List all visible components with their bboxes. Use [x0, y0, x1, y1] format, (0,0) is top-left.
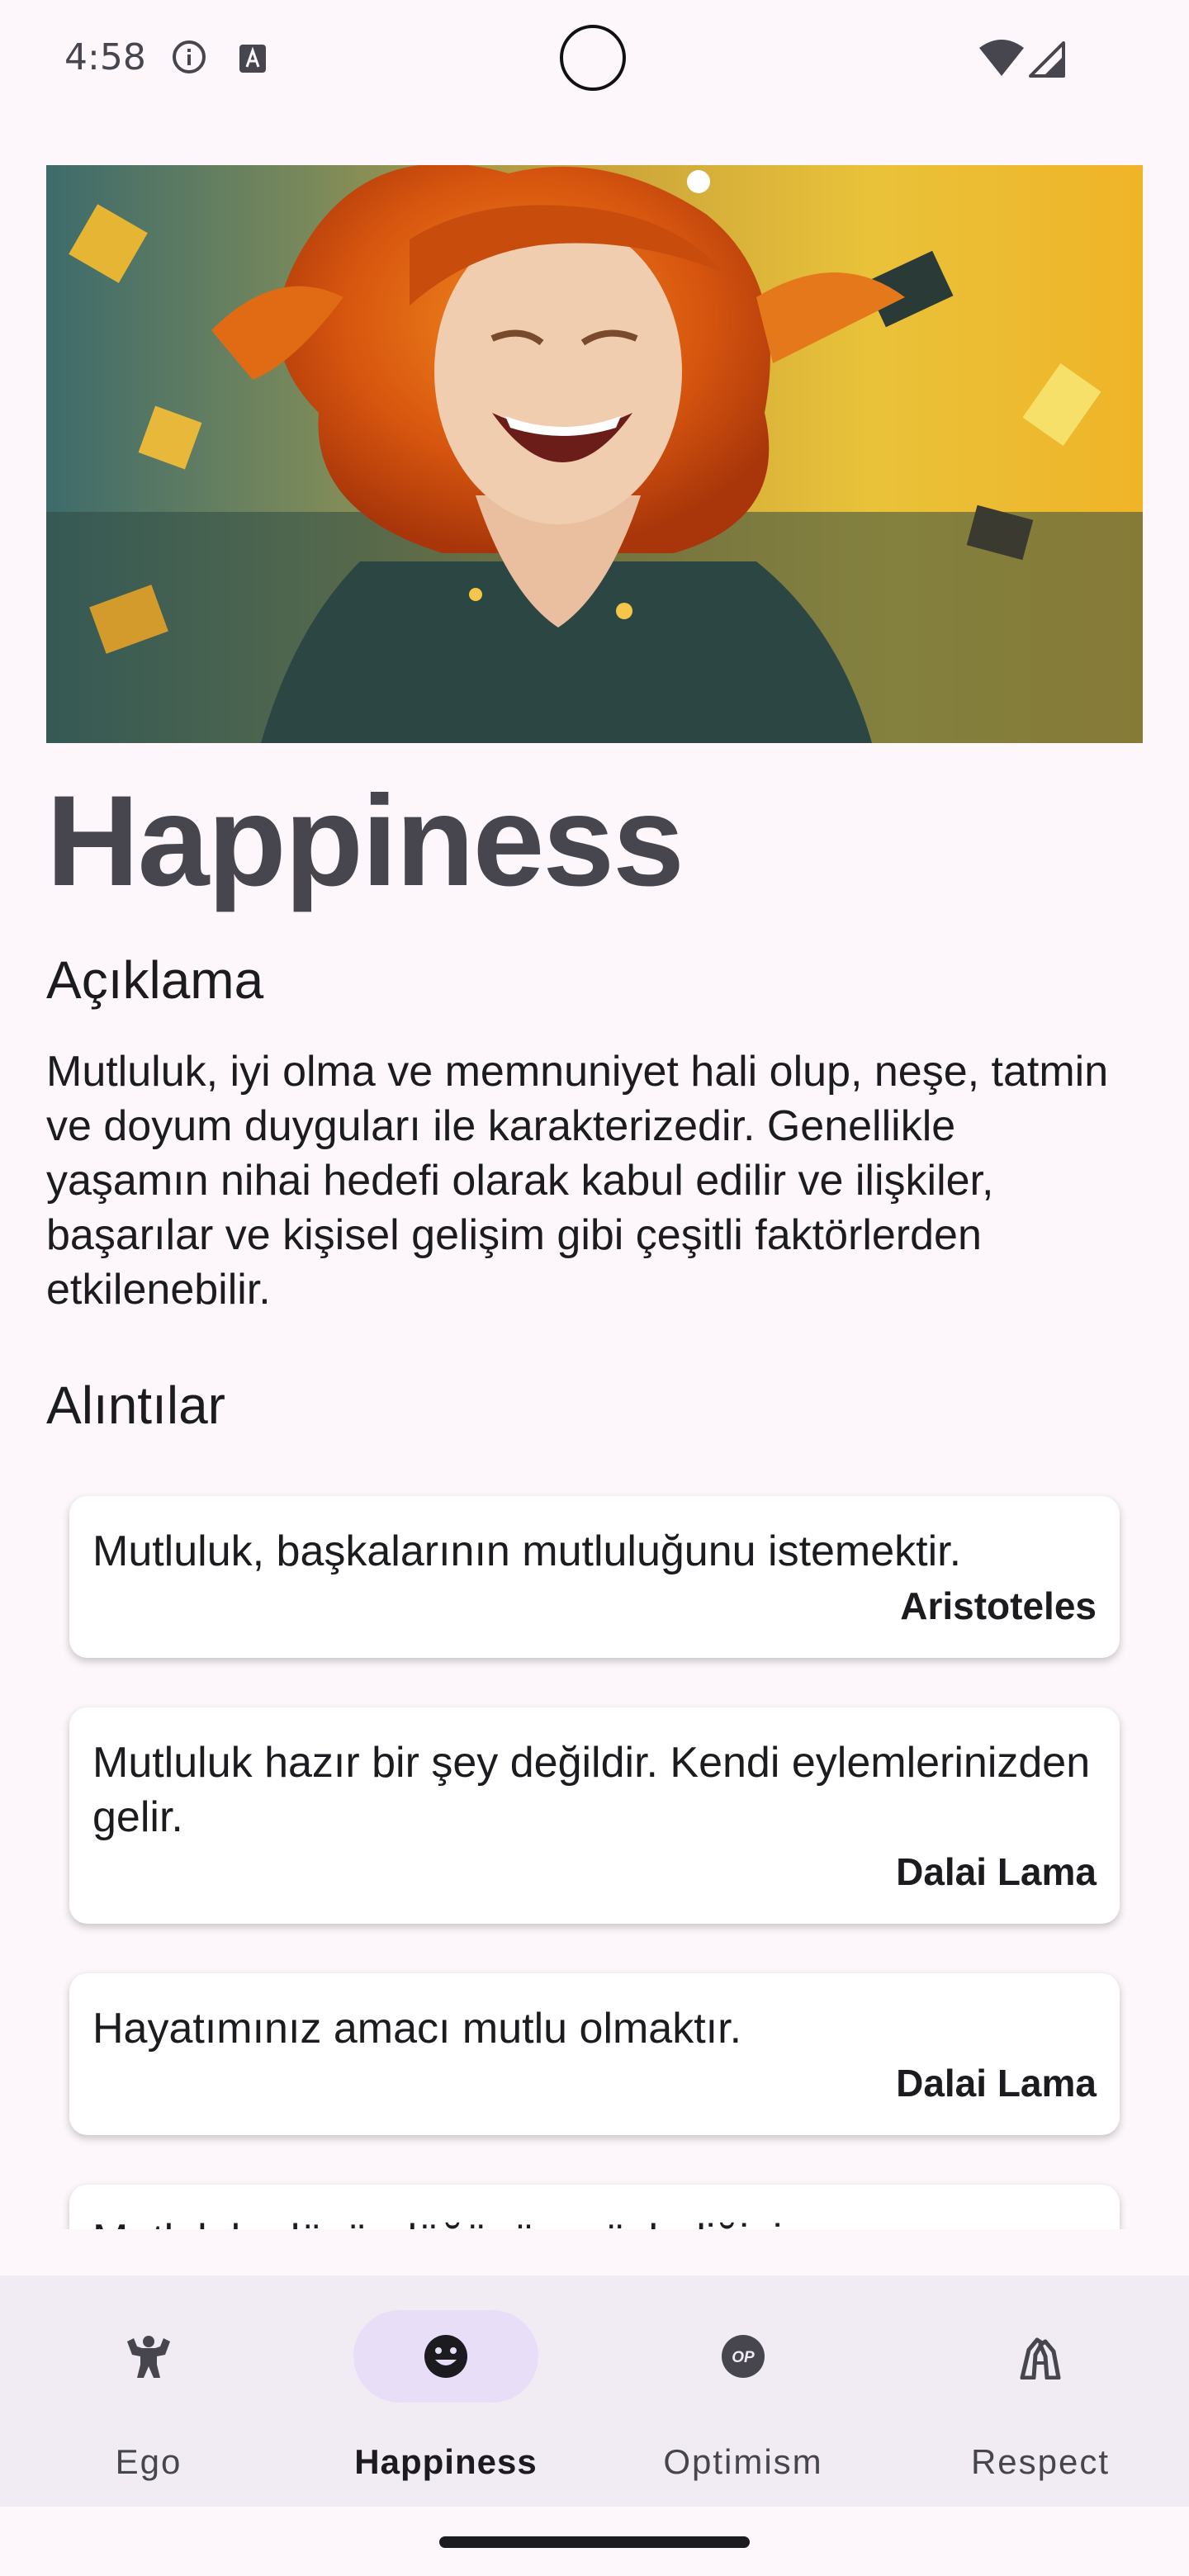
quote-text: Mutluluk hazır bir şey değildir. Kendi e…	[92, 1739, 1091, 1841]
text-a-icon	[239, 45, 266, 73]
quote-author: Aristoteles	[900, 1584, 1097, 1627]
quote-card: Mutluluk, düşündüğünüz, söylediğiniz ve	[69, 2185, 1120, 2229]
page-title: Happiness	[46, 769, 685, 913]
bottom-navigation: Ego Happiness OP Optimism Respect	[0, 2275, 1189, 2507]
nav-item-optimism[interactable]: OP Optimism	[594, 2275, 892, 2507]
respect-icon	[1020, 2337, 1061, 2379]
quote-card: Mutluluk hazır bir şey değildir. Kendi e…	[69, 1707, 1120, 1924]
info-icon	[173, 40, 206, 73]
nav-item-ego[interactable]: Ego	[0, 2275, 297, 2507]
op-badge-icon: OP	[722, 2335, 765, 2378]
status-bar: 4:58	[0, 0, 1189, 124]
smiley-icon	[424, 2335, 467, 2378]
quote-text: Mutluluk, başkalarının mutluluğunu istem…	[92, 1527, 962, 1575]
quotes-list[interactable]: Mutluluk, başkalarının mutluluğunu istem…	[0, 1470, 1189, 2229]
camera-cutout	[560, 25, 626, 91]
quote-text: Mutluluk, düşündüğünüz, söylediğiniz ve	[92, 2213, 1097, 2229]
status-time: 4:58	[64, 36, 146, 78]
gesture-handle[interactable]	[439, 2536, 750, 2548]
nav-label-ego: Ego	[115, 2442, 182, 2481]
quote-text: Hayatımınız amacı mutlu olmaktır.	[92, 2005, 742, 2053]
quote-author: Dalai Lama	[896, 2062, 1097, 2105]
signal-icon	[1029, 41, 1065, 78]
op-badge-text: OP	[732, 2349, 755, 2366]
quote-card: Hayatımınız amacı mutlu olmaktır. Dalai …	[69, 1973, 1120, 2135]
quotes-heading: Alıntılar	[46, 1376, 225, 1435]
nav-label-optimism: Optimism	[663, 2442, 823, 2481]
ego-strongman-icon	[127, 2336, 170, 2378]
nav-label-respect: Respect	[970, 2442, 1111, 2481]
nav-item-happiness[interactable]: Happiness	[297, 2275, 594, 2507]
quote-author: Dalai Lama	[896, 1850, 1097, 1893]
nav-label-happiness: Happiness	[354, 2442, 538, 2481]
description-text: Mutluluk, iyi olma ve memnuniyet hali ol…	[46, 1048, 1109, 1314]
hero-image	[46, 165, 1143, 743]
description-heading: Açıklama	[46, 950, 264, 1010]
wifi-icon	[979, 40, 1024, 76]
nav-item-respect[interactable]: Respect	[892, 2275, 1189, 2507]
quote-card: Mutluluk, başkalarının mutluluğunu istem…	[69, 1496, 1120, 1658]
